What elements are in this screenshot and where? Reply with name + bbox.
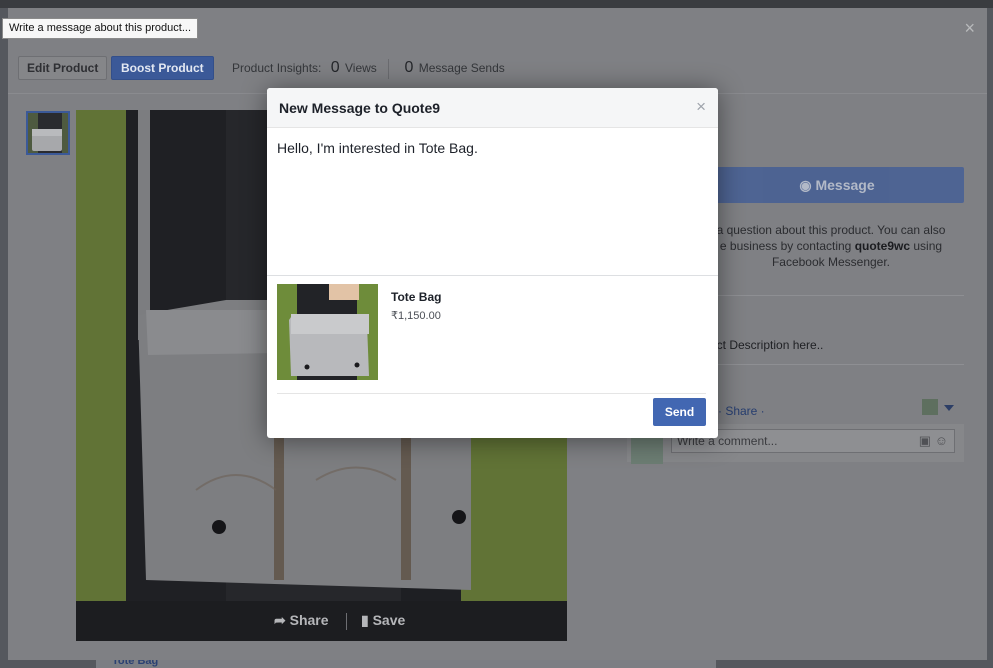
product-preview-image — [277, 284, 378, 380]
dialog-title: New Message to Quote9 — [279, 100, 441, 116]
dialog-close-icon[interactable]: × — [696, 98, 706, 116]
views-label: Views — [344, 61, 377, 76]
message-sends-label: Message Sends — [418, 61, 505, 76]
message-hint-text: a question about this product. You can a… — [700, 222, 962, 270]
message-textarea[interactable]: Hello, I'm interested in Tote Bag. — [267, 128, 718, 276]
right-panel-divider — [700, 295, 964, 296]
bookmark-icon: ▮ — [361, 612, 373, 628]
message-seller-button[interactable]: ◉ Message — [710, 167, 964, 203]
new-message-dialog: New Message to Quote9 × Hello, I'm inter… — [267, 88, 718, 438]
hint-line-1: a question about this product. You can a… — [716, 223, 946, 237]
message-sends-count: 0 — [404, 59, 414, 77]
message-seller-label: Message — [815, 177, 875, 193]
right-panel-divider — [700, 364, 964, 365]
photo-share-label: Share — [289, 612, 329, 628]
share-arrow-icon: ➦ — [274, 612, 290, 628]
photo-bar-divider — [346, 613, 347, 630]
send-button[interactable]: Send — [653, 398, 706, 426]
photo-save-button[interactable]: ▮ Save — [361, 612, 405, 629]
product-name: Tote Bag — [391, 290, 442, 304]
backdrop-top-strip — [0, 0, 993, 8]
edit-product-button[interactable]: Edit Product — [18, 56, 108, 80]
comment-input-icons: ▣ ☺ — [919, 434, 948, 448]
photo-action-bar: ➦ Share ▮ Save — [76, 601, 567, 641]
camera-icon[interactable]: ▣ — [919, 433, 931, 448]
hint-line-3: Facebook Messenger. — [771, 255, 891, 269]
product-insights: Product Insights: 0 Views 0 Message Send… — [232, 59, 505, 79]
product-thumbnail[interactable] — [26, 111, 70, 155]
tote-bag-thumbnail-image — [28, 113, 68, 153]
lightbox-close-icon[interactable]: × — [964, 18, 975, 39]
photo-share-button[interactable]: ➦ Share — [274, 612, 329, 629]
views-count: 0 — [330, 59, 340, 77]
tote-bag-preview-image — [277, 284, 378, 380]
share-link[interactable]: · Share · — [718, 404, 765, 418]
messenger-icon: ◉ — [799, 177, 816, 193]
product-description: uct Description here.. — [710, 338, 824, 352]
actor-selector[interactable] — [922, 398, 956, 416]
hint-business-name: quote9wc — [854, 239, 911, 253]
insights-divider — [388, 59, 390, 79]
insights-label: Product Insights: — [232, 61, 322, 76]
hint-line-2-prefix: e business by contacting — [719, 239, 852, 253]
actor-avatar-dropdown — [922, 399, 954, 415]
hint-line-2-suffix: using — [913, 239, 943, 253]
photo-save-label: Save — [372, 612, 406, 628]
tooltip: Write a message about this product... — [2, 18, 198, 39]
product-price: ₹1,150.00 — [391, 310, 441, 322]
attached-product-card: Tote Bag ₹1,150.00 — [277, 276, 706, 394]
emoji-icon[interactable]: ☺ — [935, 433, 948, 448]
boost-product-button[interactable]: Boost Product — [111, 56, 214, 80]
dialog-header: New Message to Quote9 × — [267, 88, 718, 128]
